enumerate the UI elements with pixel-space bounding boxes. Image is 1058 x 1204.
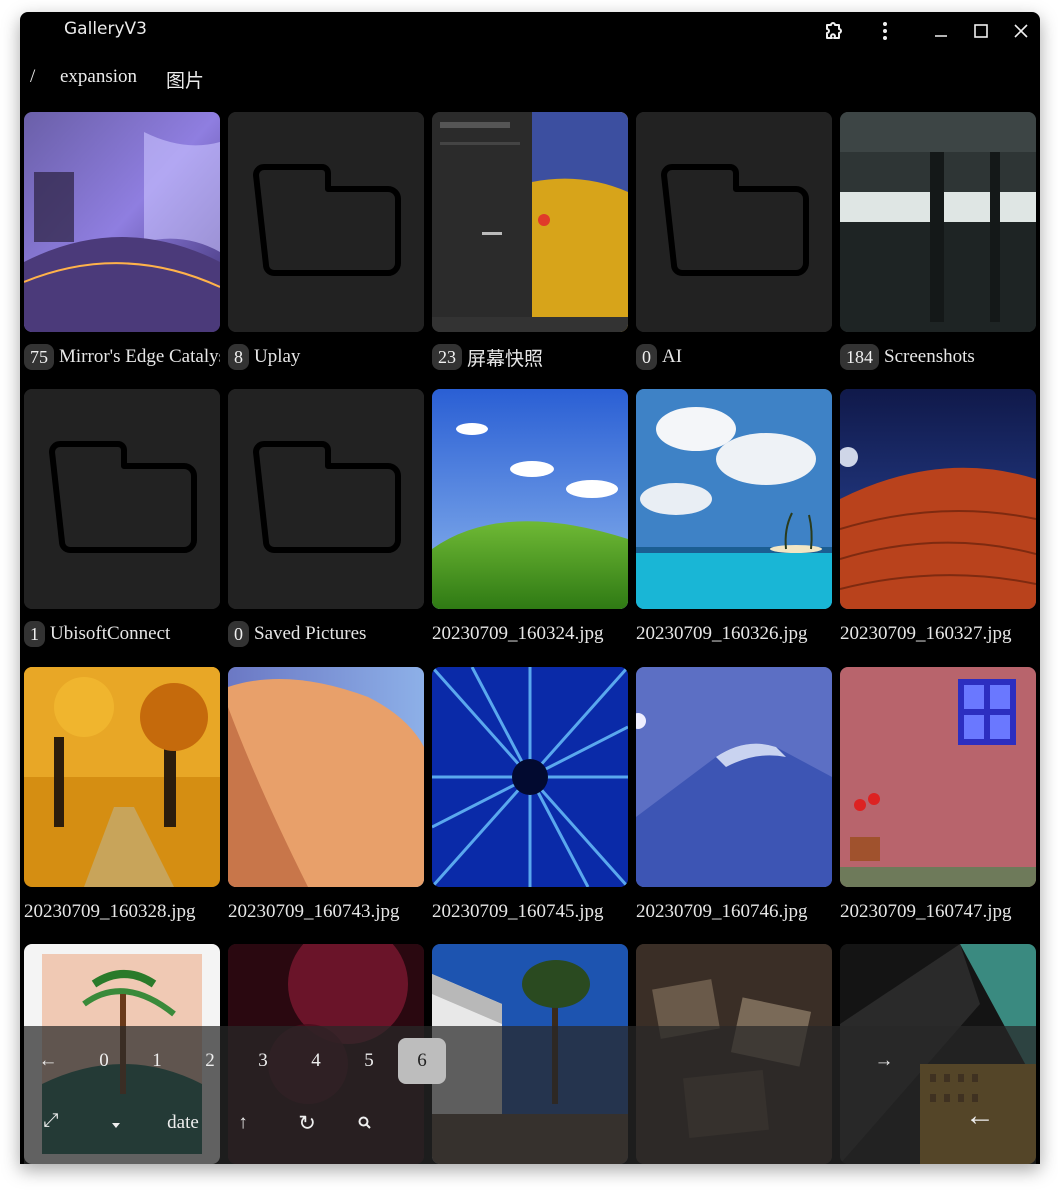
breadcrumb: / expansion 图片 (20, 62, 1040, 92)
folder-tile[interactable] (24, 112, 220, 332)
item-count-badge: 75 (24, 344, 54, 370)
item-count-badge: 0 (636, 344, 657, 370)
refresh-button[interactable]: ↻ (292, 1108, 322, 1138)
thumbnail-image (228, 667, 424, 887)
tile-name: 屏幕快照 (467, 348, 544, 370)
tile-caption: 184 Screenshots (840, 342, 1036, 372)
folder-icon (24, 389, 220, 609)
tile-name: 20230709_160747.jpg (840, 901, 1012, 922)
page-button[interactable]: 6 (398, 1038, 446, 1084)
extension-icon[interactable] (822, 18, 848, 44)
prev-page-button[interactable]: ← (24, 1038, 72, 1084)
tile-caption: 23 屏幕快照 (432, 342, 628, 372)
gallery-window: GalleryV3 / expansion 图片 75 Mirror's Edge… (20, 12, 1040, 1164)
folder-icon (228, 389, 424, 609)
next-page-button[interactable]: → (860, 1038, 908, 1084)
page-button[interactable]: 4 (292, 1038, 340, 1084)
maximize-icon[interactable] (968, 18, 994, 44)
folder-tile[interactable] (432, 112, 628, 332)
tile-caption: 20230709_160747.jpg (840, 897, 1036, 927)
tile-name: 20230709_160324.jpg (432, 623, 604, 644)
folder-tile[interactable] (228, 112, 424, 332)
tile-caption: 0 Saved Pictures (228, 619, 424, 649)
app-title: GalleryV3 (64, 19, 147, 39)
thumbnail-image (432, 112, 628, 332)
title-bar: GalleryV3 (20, 12, 1040, 48)
folder-icon (228, 112, 424, 332)
more-vertical-icon[interactable] (872, 18, 898, 44)
tile-caption: 75 Mirror's Edge Catalyst (24, 342, 220, 372)
tile-name: 20230709_160328.jpg (24, 901, 196, 922)
tile-caption: 0 AI (636, 342, 832, 372)
page-button[interactable]: 2 (186, 1038, 234, 1084)
thumbnail-image (24, 112, 220, 332)
tile-caption: 1 UbisoftConnect (24, 619, 220, 649)
page-button[interactable]: 1 (133, 1038, 181, 1084)
folder-tile[interactable] (228, 389, 424, 609)
image-tile[interactable] (840, 667, 1036, 887)
fullscreen-button[interactable]: ⤢ (36, 1106, 66, 1136)
sort-down-icon[interactable] (104, 1110, 128, 1140)
thumbnail-image (840, 389, 1036, 609)
image-tile[interactable] (228, 667, 424, 887)
breadcrumb-item-expansion[interactable]: expansion (60, 66, 137, 88)
tile-name: 20230709_160326.jpg (636, 623, 808, 644)
tile-caption: 20230709_160327.jpg (840, 619, 1036, 649)
image-tile[interactable] (432, 667, 628, 887)
item-count-badge: 0 (228, 621, 249, 647)
search-icon[interactable] (350, 1108, 380, 1138)
thumbnail-image (24, 667, 220, 887)
thumbnail-image (840, 112, 1036, 332)
thumbnail-image (432, 667, 628, 887)
tile-name: 20230709_160746.jpg (636, 901, 808, 922)
thumbnail-image (432, 389, 628, 609)
tile-name: Screenshots (884, 346, 975, 367)
go-up-button[interactable]: ↑ (228, 1108, 258, 1138)
folder-tile[interactable] (24, 389, 220, 609)
breadcrumb-root[interactable]: / (30, 66, 35, 88)
thumbnail-image (840, 667, 1036, 887)
tile-name: Saved Pictures (254, 623, 367, 644)
navigation-overlay: ← 0123456 → ⤢ date ↑ ↻ ← (24, 1026, 1036, 1164)
image-tile[interactable] (24, 667, 220, 887)
image-tile[interactable] (432, 389, 628, 609)
tile-name: 20230709_160327.jpg (840, 623, 1012, 644)
thumbnail-image (636, 389, 832, 609)
back-button[interactable]: ← (960, 1096, 1000, 1136)
tile-caption: 20230709_160745.jpg (432, 897, 628, 927)
item-count-badge: 1 (24, 621, 45, 647)
image-tile[interactable] (636, 667, 832, 887)
item-count-badge: 8 (228, 344, 249, 370)
tile-caption: 20230709_160746.jpg (636, 897, 832, 927)
tile-name: AI (662, 346, 683, 367)
page-button[interactable]: 3 (239, 1038, 287, 1084)
close-icon[interactable] (1008, 18, 1034, 44)
tile-caption: 20230709_160326.jpg (636, 619, 832, 649)
page-button[interactable]: 5 (345, 1038, 393, 1084)
tile-caption: 20230709_160324.jpg (432, 619, 628, 649)
item-count-badge: 23 (432, 344, 462, 370)
tile-caption: 20230709_160743.jpg (228, 897, 424, 927)
folder-tile[interactable] (636, 112, 832, 332)
image-tile[interactable] (636, 389, 832, 609)
folder-tile[interactable] (840, 112, 1036, 332)
tile-name: UbisoftConnect (50, 623, 171, 644)
thumbnail-image (636, 667, 832, 887)
tile-caption: 20230709_160328.jpg (24, 897, 220, 927)
minimize-icon[interactable] (928, 18, 954, 44)
tile-caption: 8 Uplay (228, 342, 424, 372)
tile-name: 20230709_160743.jpg (228, 901, 400, 922)
folder-icon (636, 112, 832, 332)
item-count-badge: 184 (840, 344, 879, 370)
page-button[interactable]: 0 (80, 1038, 128, 1084)
tile-name: 20230709_160745.jpg (432, 901, 604, 922)
breadcrumb-item-pictures[interactable]: 图片 (166, 66, 204, 93)
image-tile[interactable] (840, 389, 1036, 609)
sort-field-button[interactable]: date (158, 1108, 208, 1138)
tile-name: Uplay (254, 346, 301, 367)
tile-name: Mirror's Edge Catalyst (59, 346, 220, 367)
